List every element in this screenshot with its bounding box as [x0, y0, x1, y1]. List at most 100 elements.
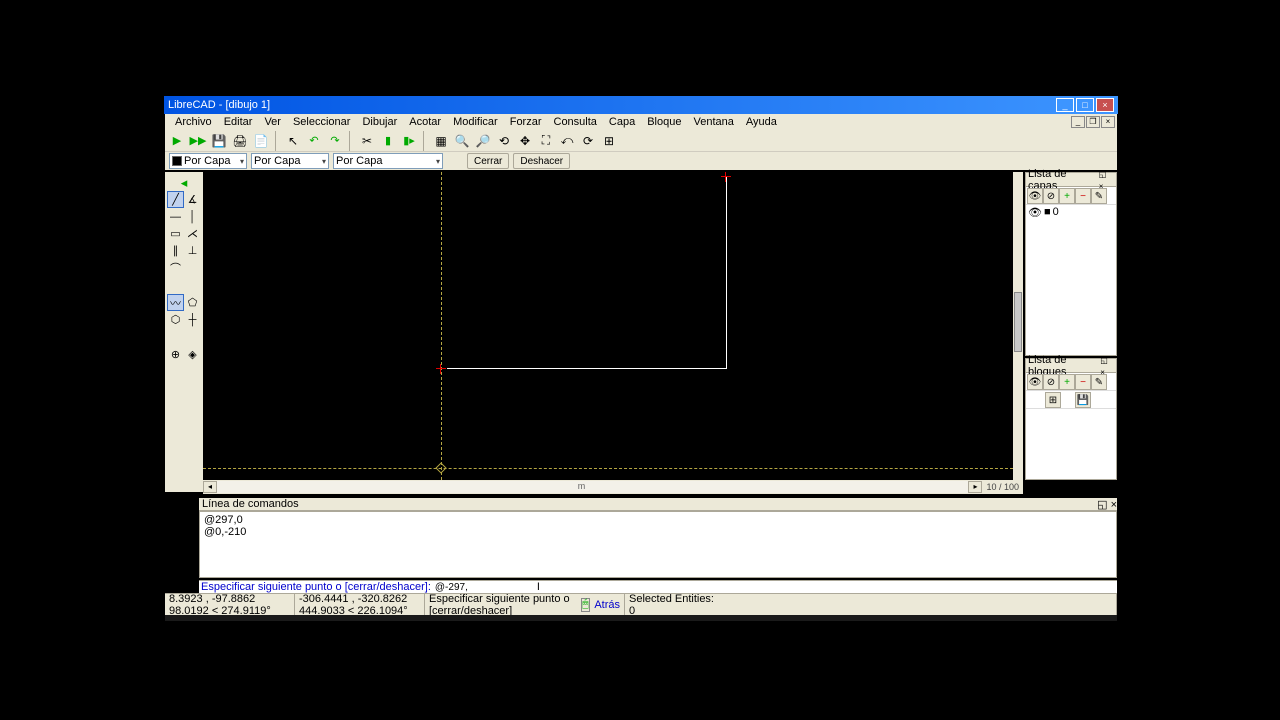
blocks-panel-title[interactable]: Lista de bloques ◱ ×	[1026, 359, 1116, 373]
panel-float-icon[interactable]: ◱	[1097, 499, 1107, 511]
zoom-window-button[interactable]: ⛶	[536, 131, 556, 151]
endpoint-marker-icon	[721, 172, 731, 182]
layer-add-button[interactable]: +	[1059, 188, 1075, 204]
print-button[interactable]: 🖨	[230, 131, 250, 151]
line-perpendicular-button[interactable]: ⊥	[184, 242, 201, 259]
vertical-scrollbar[interactable]	[1013, 172, 1023, 480]
block-remove-button[interactable]: −	[1075, 374, 1091, 390]
blocks-toolbar: 👁 ⊘ + − ✎	[1026, 373, 1116, 391]
menu-bloque[interactable]: Bloque	[641, 115, 687, 129]
drawn-line-horizontal	[447, 368, 727, 369]
hscroll-right-button[interactable]: ▸	[968, 481, 982, 493]
layers-toolbar: 👁 ⊘ + − ✎	[1026, 187, 1116, 205]
toolbar-separator	[275, 131, 279, 151]
status-back-link[interactable]: Atrás	[594, 599, 620, 611]
line-orthogonal-button[interactable]: ┼	[184, 311, 201, 328]
copy-button[interactable]: ▮	[378, 131, 398, 151]
menu-modificar[interactable]: Modificar	[447, 115, 504, 129]
command-history[interactable]: @297,0 @0,-210	[199, 511, 1117, 578]
line-rectangle-button[interactable]: ▭	[167, 225, 184, 242]
panel-float-icon[interactable]: ◱	[1100, 356, 1108, 365]
maximize-button[interactable]: □	[1076, 98, 1094, 112]
block-show-all-button[interactable]: 👁	[1027, 374, 1043, 390]
undo-button[interactable]: ↶	[304, 131, 324, 151]
menu-seleccionar[interactable]: Seleccionar	[287, 115, 356, 129]
zoom-pan-button[interactable]: ✥	[515, 131, 535, 151]
undo-action-button[interactable]: Deshacer	[513, 153, 570, 169]
eye-icon[interactable]: 👁	[1028, 206, 1042, 219]
layer-hide-all-button[interactable]: ⊘	[1043, 188, 1059, 204]
zoom-in-button[interactable]: 🔍	[452, 131, 472, 151]
line-tangent1-button[interactable]: ⌒	[167, 259, 184, 276]
zoom-redraw-button[interactable]: ⟳	[578, 131, 598, 151]
hscroll-track[interactable]: m	[217, 481, 968, 493]
save-button[interactable]: 💾	[209, 131, 229, 151]
paste-button[interactable]: ▮▸	[399, 131, 419, 151]
back-tool-button[interactable]: ◂	[167, 174, 201, 191]
doc-restore-button[interactable]: ❐	[1086, 116, 1100, 128]
status-mouse-icon[interactable]: 🖱	[581, 598, 591, 612]
layer-edit-button[interactable]: ✎	[1091, 188, 1107, 204]
line-2points-button[interactable]: ╱	[167, 191, 184, 208]
command-input[interactable]	[435, 582, 535, 593]
menu-forzar[interactable]: Forzar	[504, 115, 548, 129]
drawing-canvas[interactable]	[203, 172, 1013, 480]
menu-ventana[interactable]: Ventana	[687, 115, 739, 129]
close-button[interactable]: ×	[1096, 98, 1114, 112]
line-parallel-button[interactable]: ∥	[167, 242, 184, 259]
doc-close-button[interactable]: ×	[1101, 116, 1115, 128]
menu-ayuda[interactable]: Ayuda	[740, 115, 783, 129]
text-cursor-icon: I	[537, 581, 540, 593]
block-edit-button[interactable]: ✎	[1091, 374, 1107, 390]
block-hide-all-button[interactable]: ⊘	[1043, 374, 1059, 390]
block-insert-button[interactable]: ⊞	[1045, 392, 1061, 408]
menu-capa[interactable]: Capa	[603, 115, 641, 129]
menu-archivo[interactable]: Archivo	[169, 115, 218, 129]
zoom-out-button[interactable]: 🔎	[473, 131, 493, 151]
width-combo[interactable]: Por Capa	[251, 153, 329, 169]
pointer-button[interactable]: ↖	[283, 131, 303, 151]
close-action-button[interactable]: Cerrar	[467, 153, 509, 169]
layers-panel-title[interactable]: Lista de capas ◱ ×	[1026, 173, 1116, 187]
panel-float-icon[interactable]: ◱	[1099, 170, 1107, 179]
main-toolbar: ▶ ▶▶ 💾 🖨 📄 ↖ ↶ ↷ ✂ ▮ ▮▸ ▦ 🔍 🔎 ⟲ ✥ ⛶ ⤺ ⟳ …	[165, 130, 1117, 152]
line-freehand-button[interactable]: 〰	[167, 294, 184, 311]
line-horizontal-button[interactable]: —	[167, 208, 184, 225]
grid-button[interactable]: ▦	[431, 131, 451, 151]
redo-button[interactable]: ↷	[325, 131, 345, 151]
print-preview-button[interactable]: 📄	[251, 131, 271, 151]
open-file-button[interactable]: ▶▶	[188, 131, 208, 151]
line-vertical-button[interactable]: │	[184, 208, 201, 225]
vscroll-thumb[interactable]	[1014, 292, 1022, 352]
line-polygon2-button[interactable]: ⬡	[167, 311, 184, 328]
block-save-button[interactable]: 💾	[1075, 392, 1091, 408]
menu-dibujar[interactable]: Dibujar	[356, 115, 403, 129]
command-line-title[interactable]: Línea de comandos ◱ ×	[199, 498, 1117, 511]
zoom-previous-button[interactable]: ⤺	[557, 131, 577, 151]
line-angle-button[interactable]: ∡	[184, 191, 201, 208]
layer-show-all-button[interactable]: 👁	[1027, 188, 1043, 204]
menu-acotar[interactable]: Acotar	[403, 115, 447, 129]
line-bisector-button[interactable]: ⋌	[184, 225, 201, 242]
layer-row-0[interactable]: 👁 ■ 0	[1026, 205, 1116, 219]
color-combo[interactable]: Por Capa	[169, 153, 247, 169]
line-polygon-button[interactable]: ⬠	[184, 294, 201, 311]
linetype-combo[interactable]: Por Capa	[333, 153, 443, 169]
zoom-extent-button[interactable]: ⊞	[599, 131, 619, 151]
menu-ver[interactable]: Ver	[258, 115, 287, 129]
zoom-auto-button[interactable]: ⟲	[494, 131, 514, 151]
horizontal-scrollbar: ◂ m ▸ 10 / 100	[203, 480, 1023, 494]
menu-consulta[interactable]: Consulta	[548, 115, 603, 129]
menu-editar[interactable]: Editar	[218, 115, 259, 129]
block-add-button[interactable]: +	[1059, 374, 1075, 390]
cut-button[interactable]: ✂	[357, 131, 377, 151]
snap-button[interactable]: ⊕	[167, 346, 184, 363]
panel-close-icon[interactable]: ×	[1111, 499, 1117, 511]
minimize-button[interactable]: _	[1056, 98, 1074, 112]
titlebar[interactable]: LibreCAD - [dibujo 1] _ □ ×	[164, 96, 1118, 114]
hscroll-left-button[interactable]: ◂	[203, 481, 217, 493]
layer-remove-button[interactable]: −	[1075, 188, 1091, 204]
restrict-button[interactable]: ◈	[184, 346, 201, 363]
new-file-button[interactable]: ▶	[167, 131, 187, 151]
doc-minimize-button[interactable]: _	[1071, 116, 1085, 128]
